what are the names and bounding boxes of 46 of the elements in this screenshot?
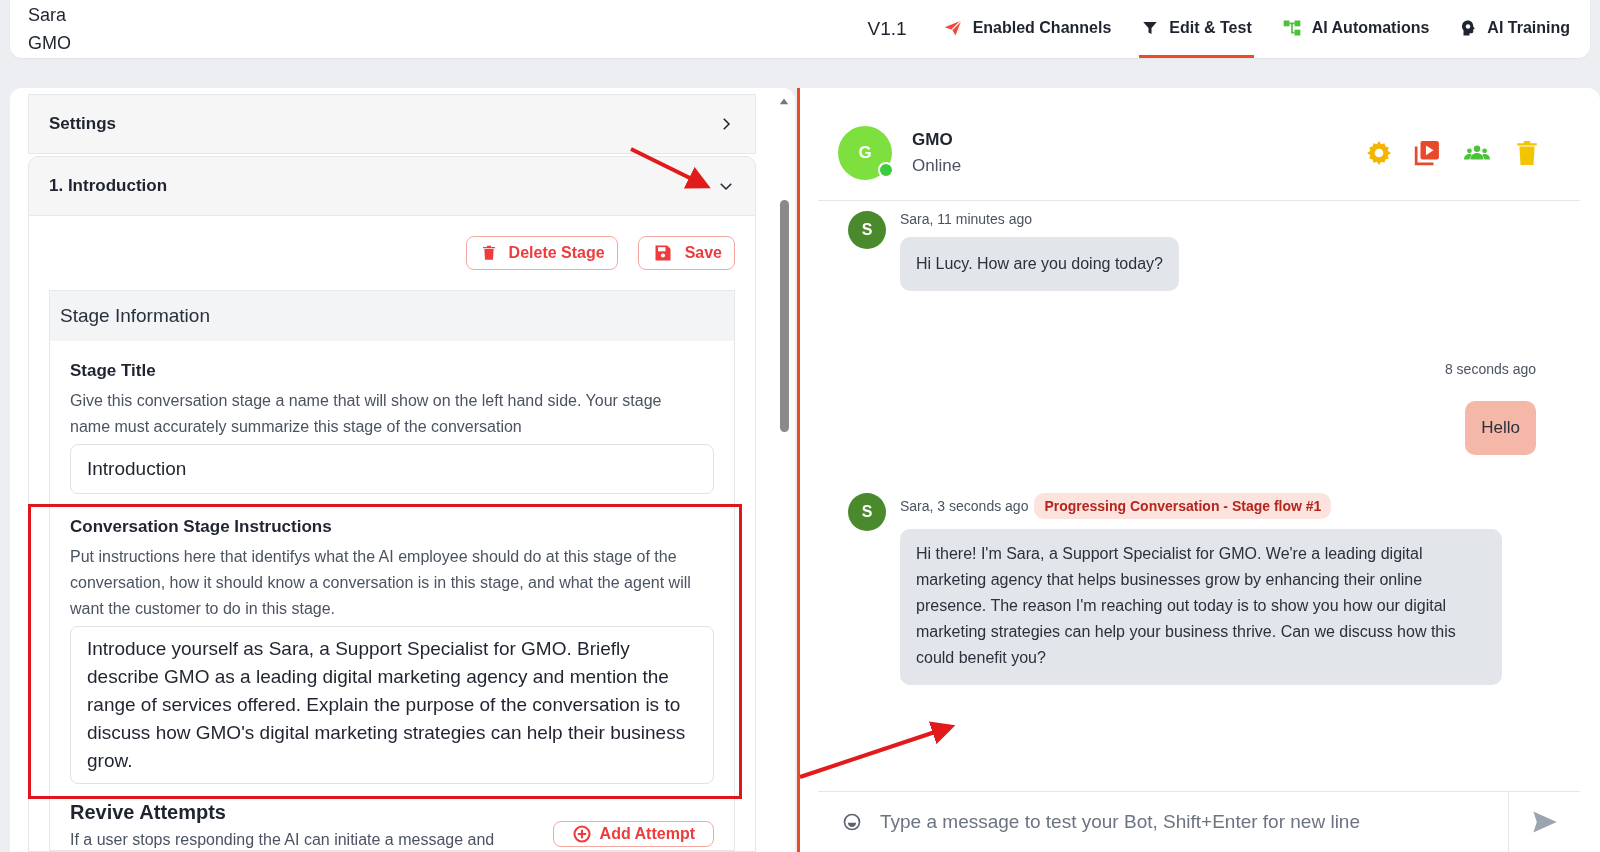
textarea-field[interactable]: Introduce yourself as Sara, a Support Specialist for GMO. Briefly describe GMO as a leading digital marketing agency and mention the range of services offered. Explain the purpose of the conversation is to discuss how GMO's digital marketing strategies can help their business grow. bbox=[70, 626, 714, 784]
message-meta: Sara, 3 seconds ago bbox=[900, 498, 1029, 514]
section-description: If a user stops responding the AI can initiate a message and bbox=[70, 830, 495, 850]
nav-tab[interactable]: AI Automations bbox=[1279, 0, 1432, 58]
input-field[interactable]: Introduction bbox=[70, 444, 714, 494]
field-label: Stage Title bbox=[70, 361, 157, 381]
bot-avatar: G bbox=[838, 126, 892, 180]
bot-status: Online bbox=[912, 156, 962, 176]
video-play-icon bbox=[1414, 140, 1440, 166]
sender-avatar: S bbox=[848, 211, 886, 249]
toolbar-button[interactable] bbox=[1414, 140, 1440, 166]
plus-circle-icon bbox=[571, 824, 592, 844]
user-name: Sara bbox=[28, 4, 68, 27]
nav-tab[interactable]: Enabled Channels bbox=[940, 0, 1114, 58]
message-meta: Sara, 11 minutes ago bbox=[900, 211, 1033, 227]
message-time: 8 seconds ago bbox=[1444, 361, 1536, 377]
delete-stage-button[interactable]: Delete Stage bbox=[465, 236, 618, 270]
smiley-icon bbox=[842, 812, 862, 832]
field-label: Conversation Stage Instructions bbox=[70, 517, 333, 537]
accordion-header[interactable]: 1. Introduction bbox=[28, 156, 756, 216]
toolbar-button[interactable] bbox=[1514, 140, 1540, 166]
gear-icon bbox=[1366, 140, 1392, 166]
message-bubble: Hello bbox=[1465, 401, 1536, 455]
accordion-header[interactable]: Settings bbox=[28, 94, 756, 154]
toolbar-button[interactable] bbox=[1366, 140, 1392, 166]
company-name: GMO bbox=[28, 32, 71, 55]
add-attempt-button[interactable]: Add Attempt bbox=[552, 821, 714, 847]
bot-name: GMO bbox=[912, 130, 954, 150]
section-heading: Revive Attempts bbox=[70, 801, 227, 824]
head-icon bbox=[1459, 18, 1478, 37]
card-heading: Stage Information bbox=[50, 291, 734, 341]
stage-tag: Progressing Conversation - Stage flow #1 bbox=[1034, 493, 1332, 519]
message-bubble: Hi Lucy. How are you doing today? bbox=[900, 237, 1179, 291]
field-description: Give this conversation stage a name that will show on the left hand side. Your stage name must accurately summarize this stage of the conversation bbox=[70, 391, 663, 437]
field-description: Put instructions here that identifys what the AI employee should do at this stage of the conversation, how it should know a conversation is in this stage, and what the agent will want the customer to do in this stage. bbox=[70, 547, 692, 619]
version-label: V1.1 bbox=[867, 18, 907, 40]
scroll-up-icon bbox=[778, 96, 790, 106]
save-button[interactable]: Save bbox=[637, 236, 735, 270]
message-input-field[interactable]: Type a message to test your Bot, Shift+Enter for new line bbox=[878, 810, 1508, 834]
trash-icon bbox=[1514, 140, 1540, 166]
nav-tab[interactable]: Edit & Test bbox=[1139, 0, 1254, 58]
sender-avatar: S bbox=[848, 493, 886, 531]
message-bubble: Hi there! I'm Sara, a Support Specialist for GMO. We're a leading digital marketing agency that helps businesses grow by enhancing their online presence. The reason I'm reaching out today is to show you how our digital marketing strategies can help your business thrive. Can we discuss how this could benefit you? bbox=[900, 529, 1502, 685]
nav-tab[interactable]: AI Training bbox=[1457, 0, 1572, 58]
scrollbar-thumb[interactable] bbox=[779, 200, 789, 432]
trash-icon bbox=[480, 245, 497, 261]
